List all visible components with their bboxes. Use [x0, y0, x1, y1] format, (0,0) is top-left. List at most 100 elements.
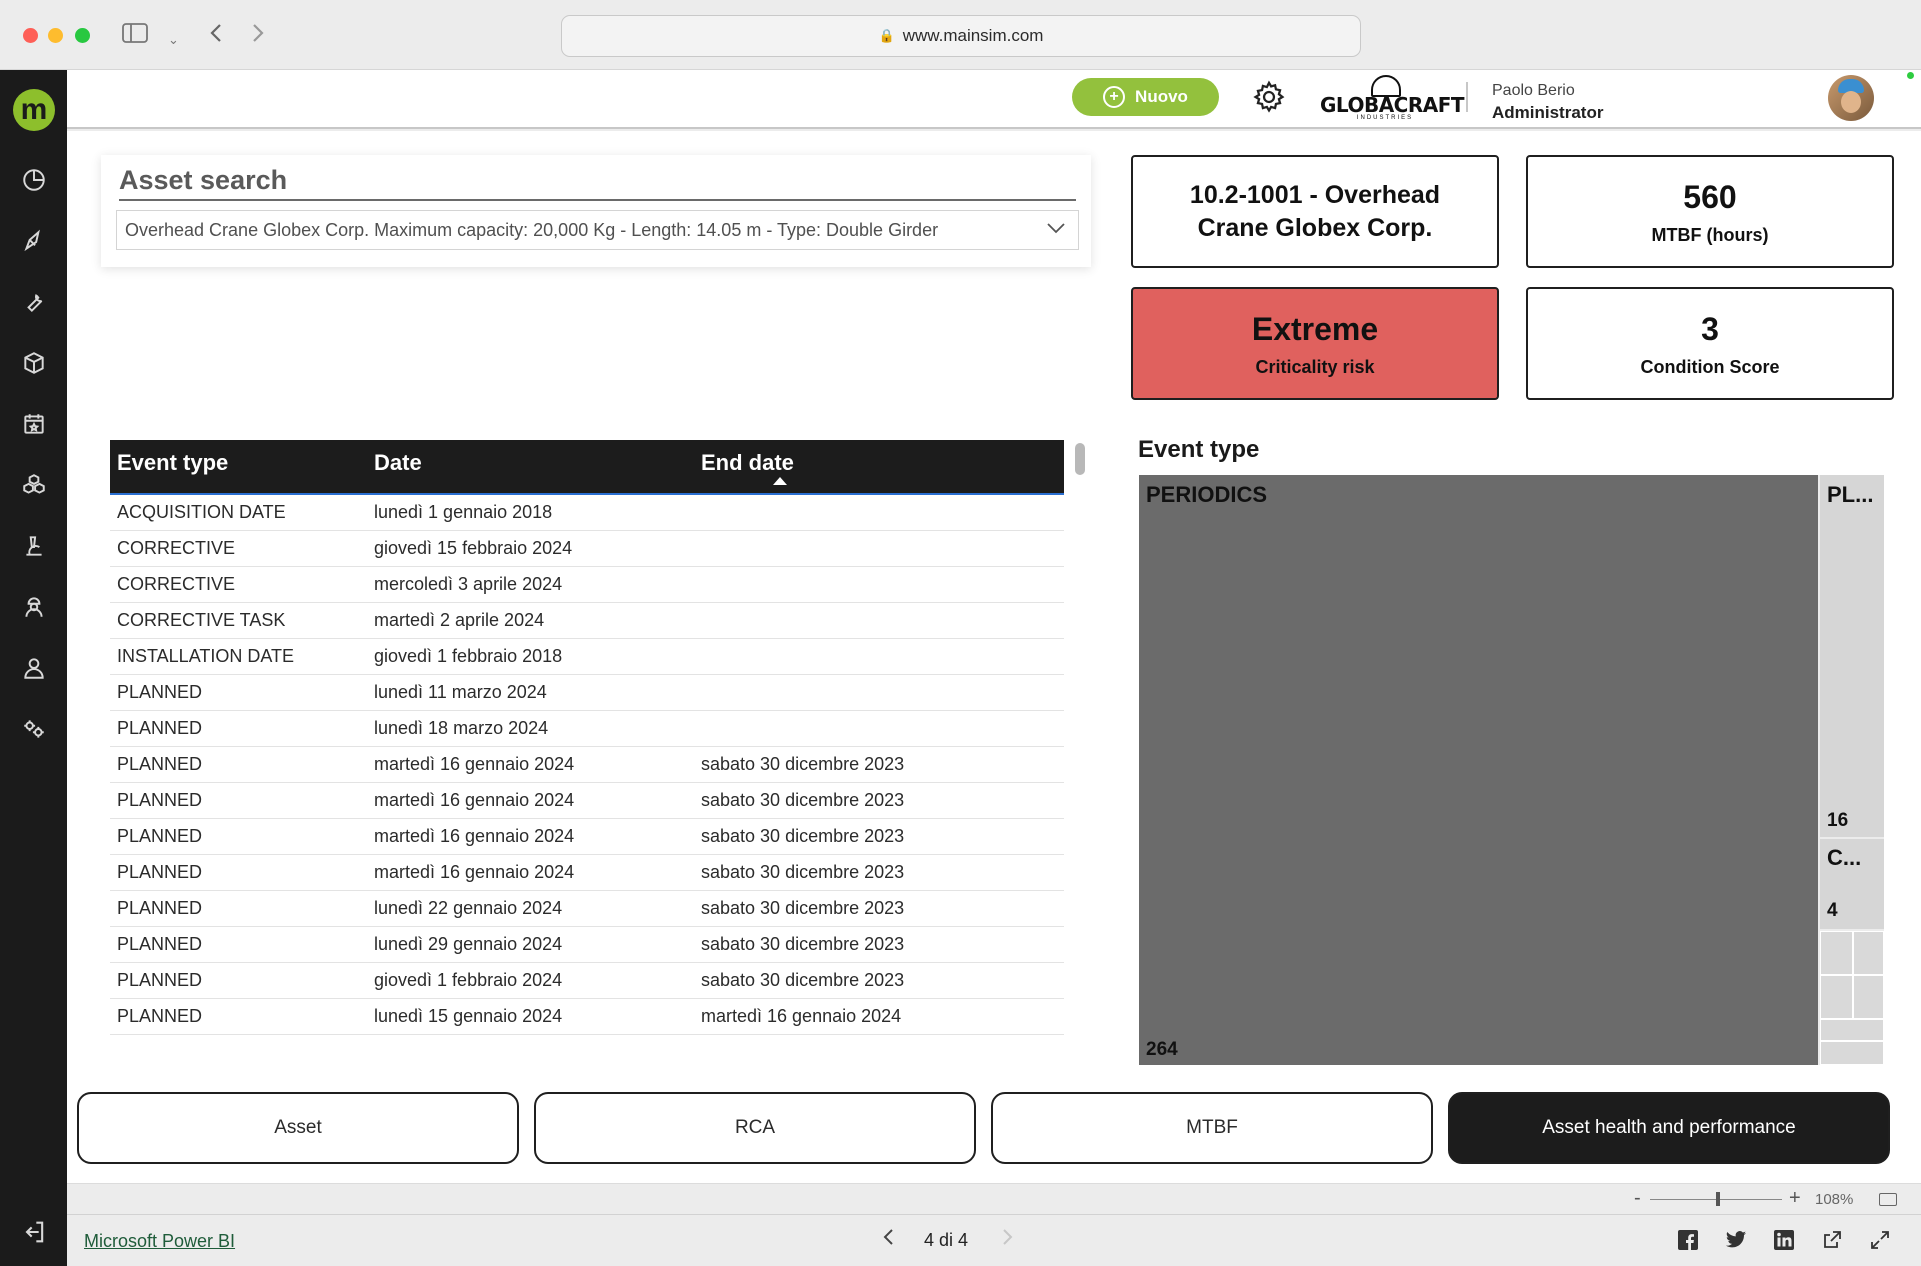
back-arrow-icon[interactable]: [208, 22, 224, 50]
cell-date: giovedì 1 febbraio 2024: [374, 970, 563, 990]
column-header-event-type[interactable]: Event type: [110, 440, 367, 493]
settings-icon[interactable]: [18, 713, 50, 745]
treemap-value: 264: [1146, 1039, 1178, 1060]
zoom-out-button[interactable]: -: [1634, 1187, 1641, 1210]
box-icon[interactable]: [18, 347, 50, 379]
sidebar-toggle-icon[interactable]: [122, 22, 148, 50]
worker-icon[interactable]: [18, 591, 50, 623]
microscope-icon[interactable]: [18, 530, 50, 562]
calendar-icon[interactable]: [18, 408, 50, 440]
share-icon[interactable]: [1820, 1228, 1844, 1252]
chevron-down-icon[interactable]: ⌄: [168, 27, 179, 53]
table-row[interactable]: PLANNED lunedì 15 gennaio 2024 martedì 16 …: [110, 999, 1064, 1035]
treemap-tile[interactable]: [1820, 975, 1853, 1019]
nav-button-rca[interactable]: RCA: [534, 1092, 976, 1164]
address-bar[interactable]: 🔒 www.mainsim.com: [561, 15, 1361, 57]
dashboard-icon[interactable]: [18, 164, 50, 196]
nav-button-asset-health[interactable]: Asset health and performance: [1448, 1092, 1890, 1164]
table-row[interactable]: PLANNED lunedì 29 gennaio 2024 sabato 30 d…: [110, 927, 1064, 963]
new-button[interactable]: + Nuovo: [1072, 78, 1219, 116]
treemap-value: 4: [1827, 900, 1838, 921]
treemap-tile-corrective[interactable]: C... 4: [1820, 839, 1884, 929]
table-row[interactable]: CORRECTIVE mercoledì 3 aprile 2024: [110, 567, 1064, 603]
facebook-icon[interactable]: [1676, 1228, 1700, 1252]
cell-end-date: sabato 30 dicembre 2023: [701, 970, 905, 990]
table-row[interactable]: CORRECTIVE giovedì 15 febbraio 2024: [110, 531, 1064, 567]
gear-icon[interactable]: [1252, 80, 1288, 116]
table-row[interactable]: PLANNED lunedì 18 marzo 2024: [110, 711, 1064, 747]
cell-event-type: PLANNED: [117, 898, 203, 918]
cell-date: mercoledì 3 aprile 2024: [374, 574, 563, 594]
cell-date: lunedì 11 marzo 2024: [374, 682, 547, 702]
table-row[interactable]: PLANNED martedì 16 gennaio 2024 sabato 30 …: [110, 819, 1064, 855]
linkedin-icon[interactable]: [1772, 1228, 1796, 1252]
cell-date: lunedì 1 gennaio 2018: [374, 502, 553, 522]
treemap-tile[interactable]: [1820, 931, 1853, 975]
cell-end-date: sabato 30 dicembre 2023: [701, 898, 905, 918]
zoom-slider-handle[interactable]: [1716, 1192, 1720, 1206]
cell-end-date: sabato 30 dicembre 2023: [701, 934, 905, 954]
column-header-end-date[interactable]: End date: [694, 440, 1064, 493]
table-row[interactable]: PLANNED martedì 16 gennaio 2024 sabato 30 …: [110, 783, 1064, 819]
cell-date: martedì 16 gennaio 2024: [374, 790, 575, 810]
treemap-tile[interactable]: [1820, 1019, 1884, 1041]
cell-event-type: INSTALLATION DATE: [117, 646, 295, 666]
event-type-treemap: PERIODICS 264 PL... 16 C... 4: [1139, 475, 1884, 1065]
column-header-date[interactable]: Date: [367, 440, 694, 493]
cubes-icon[interactable]: [18, 469, 50, 501]
treemap-tile-planned[interactable]: PL... 16: [1820, 475, 1884, 837]
rocket-icon[interactable]: [18, 225, 50, 257]
chevron-down-icon: [1046, 219, 1066, 240]
table-row[interactable]: PLANNED martedì 16 gennaio 2024 sabato 30 …: [110, 855, 1064, 891]
treemap-tile[interactable]: [1820, 1041, 1884, 1065]
page-indicator: 4 di 4: [924, 1230, 969, 1250]
table-scrollbar[interactable]: [1075, 443, 1085, 475]
treemap-value: 16: [1827, 810, 1849, 831]
asset-select-value: Overhead Crane Globex Corp. Maximum capa…: [125, 219, 939, 240]
table-row[interactable]: PLANNED martedì 16 gennaio 2024 sabato 30 …: [110, 747, 1064, 783]
powerbi-link[interactable]: Microsoft Power BI: [84, 1231, 235, 1252]
asset-title-card: 10.2-1001 - Overhead Crane Globex Corp.: [1131, 155, 1499, 268]
wrench-icon[interactable]: [18, 286, 50, 318]
table-row[interactable]: PLANNED lunedì 22 gennaio 2024 sabato 30 d…: [110, 891, 1064, 927]
close-window-button[interactable]: [23, 28, 38, 43]
logout-icon[interactable]: [20, 1218, 50, 1248]
cell-event-type: PLANNED: [117, 862, 203, 882]
treemap-title: Event type: [1138, 436, 1260, 463]
nav-button-asset[interactable]: Asset: [77, 1092, 519, 1164]
maximize-window-button[interactable]: [75, 28, 90, 43]
cell-event-type: CORRECTIVE: [117, 538, 236, 558]
user-icon[interactable]: [18, 652, 50, 684]
twitter-icon[interactable]: [1724, 1228, 1748, 1252]
treemap-tile-periodics[interactable]: PERIODICS 264: [1139, 475, 1818, 1065]
treemap-tile[interactable]: [1853, 975, 1884, 1019]
table-row[interactable]: ACQUISITION DATE lunedì 1 gennaio 2018: [110, 495, 1064, 531]
company-subtitle: INDUSTRIES: [1356, 115, 1414, 121]
treemap-label: PL...: [1827, 482, 1874, 507]
url-text: www.mainsim.com: [902, 26, 1044, 45]
nav-button-mtbf[interactable]: MTBF: [991, 1092, 1433, 1164]
next-page-button[interactable]: [1000, 1227, 1014, 1253]
online-status-dot: [1907, 72, 1914, 79]
zoom-in-button[interactable]: +: [1789, 1187, 1801, 1210]
table-row[interactable]: PLANNED giovedì 1 febbraio 2024 sabato 30 …: [110, 963, 1064, 999]
minimize-window-button[interactable]: [48, 28, 63, 43]
cell-event-type: PLANNED: [117, 1006, 203, 1026]
cell-end-date: sabato 30 dicembre 2023: [701, 790, 905, 810]
treemap-tile[interactable]: [1853, 931, 1884, 975]
table-row[interactable]: PLANNED lunedì 11 marzo 2024: [110, 675, 1064, 711]
previous-page-button[interactable]: [882, 1227, 896, 1253]
fit-to-page-icon[interactable]: [1879, 1193, 1897, 1206]
asset-select-dropdown[interactable]: Overhead Crane Globex Corp. Maximum capa…: [116, 210, 1079, 250]
report-canvas: Asset search Overhead Crane Globex Corp.…: [67, 131, 1921, 1183]
cell-date: martedì 16 gennaio 2024: [374, 826, 575, 846]
forward-arrow-icon[interactable]: [250, 22, 266, 50]
sort-ascending-icon: [773, 477, 787, 485]
cell-event-type: CORRECTIVE: [117, 574, 236, 594]
expand-icon[interactable]: [1868, 1228, 1892, 1252]
avatar[interactable]: [1828, 75, 1874, 121]
table-row[interactable]: INSTALLATION DATE giovedì 1 febbraio 2018: [110, 639, 1064, 675]
table-row[interactable]: CORRECTIVE TASK martedì 2 aprile 2024: [110, 603, 1064, 639]
mainsim-logo[interactable]: m: [13, 89, 55, 131]
cell-end-date: sabato 30 dicembre 2023: [701, 826, 905, 846]
